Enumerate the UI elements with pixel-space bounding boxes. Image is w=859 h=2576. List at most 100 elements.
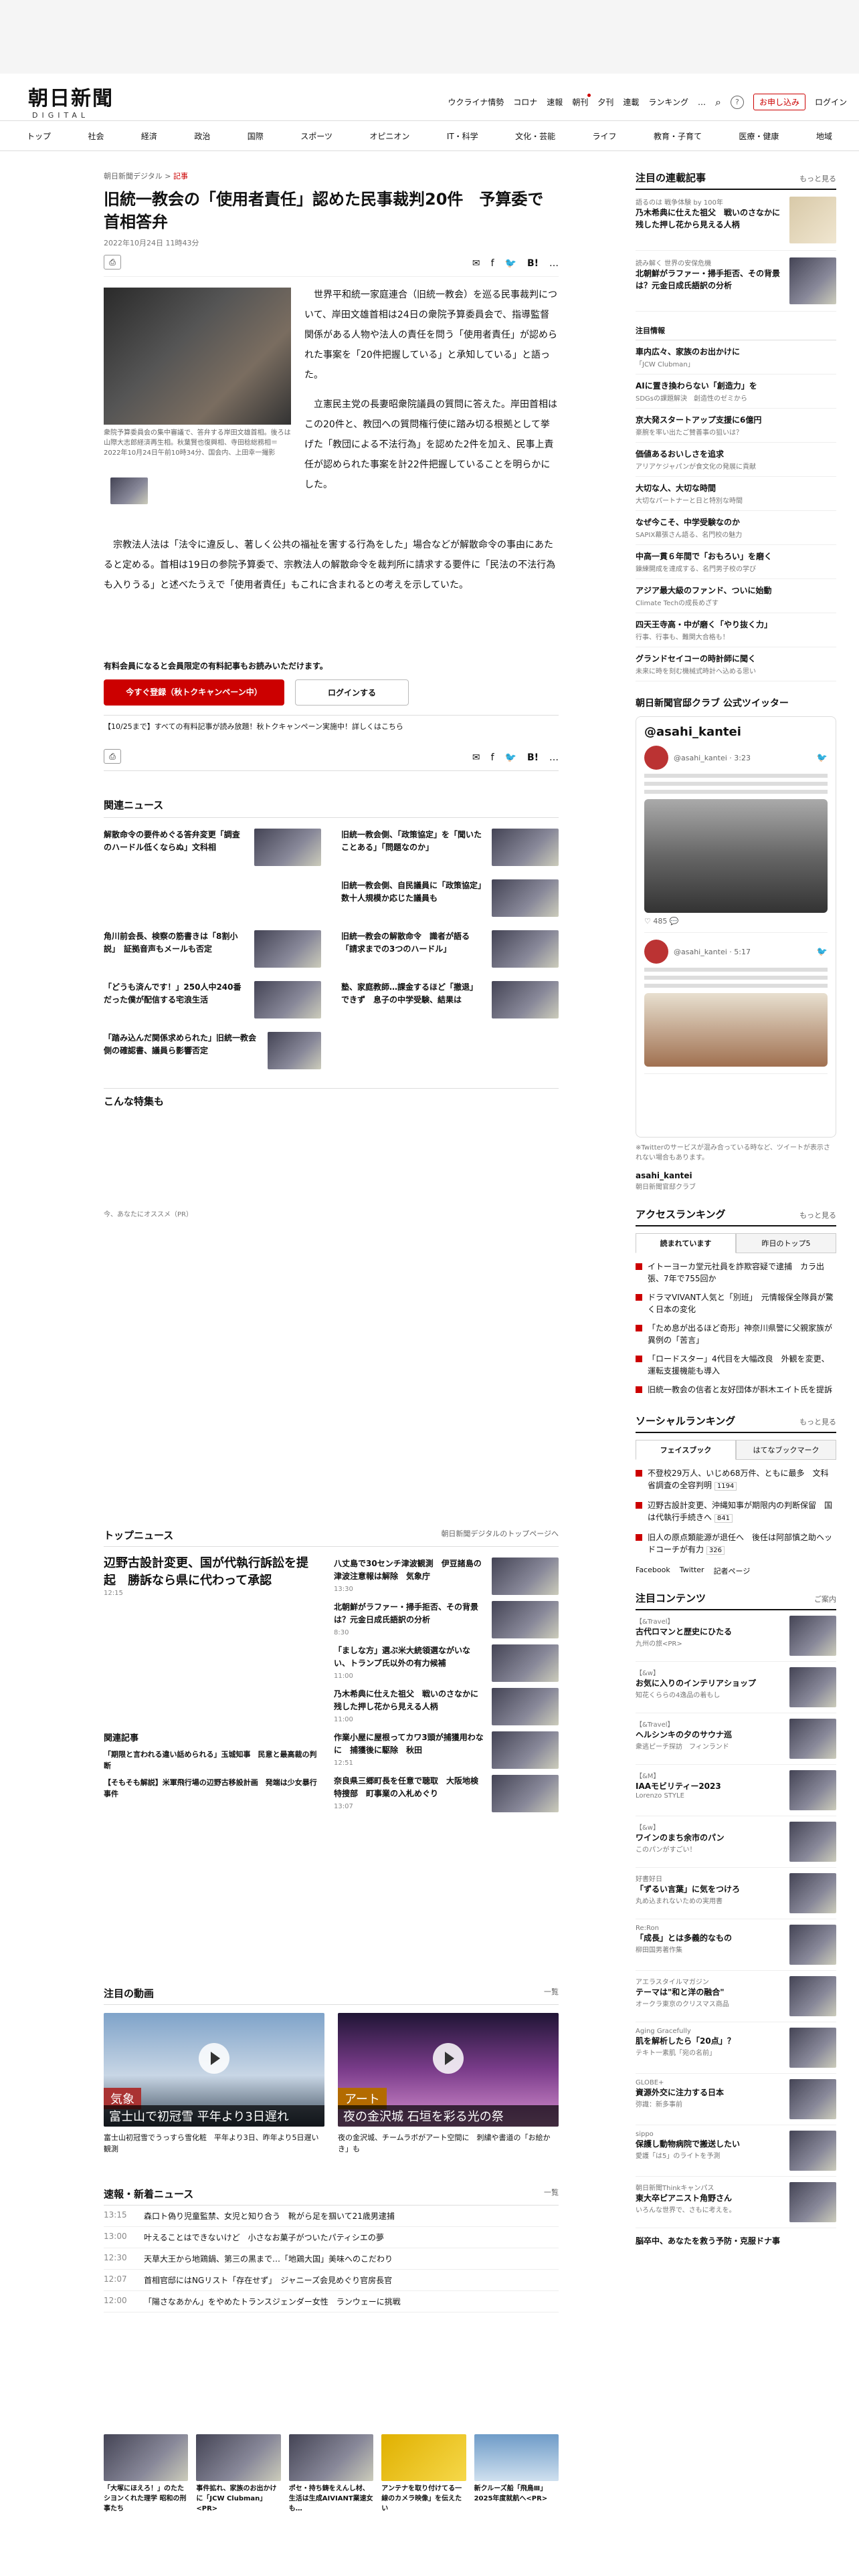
info-item[interactable]: アジア最大級のファンド、ついに始動 Climate Techの成長めざす — [636, 579, 836, 613]
related-item[interactable]: 旧統一教会の解散命令 識者が語る「請求までの3つのハードル」 — [341, 930, 559, 968]
header-link-ukraine[interactable]: ウクライナ情勢 — [448, 96, 504, 108]
twitter-icon[interactable]: 🐦 — [505, 258, 516, 269]
info-item[interactable]: なぜ今こそ、中学受験なのか SAPIX幕張さん語る、名門校の魅力 — [636, 511, 836, 545]
nav-education[interactable]: 教育・子育て — [654, 130, 702, 142]
nav-politics[interactable]: 政治 — [194, 130, 210, 142]
footer-card[interactable]: 新クルーズ船「飛鳥Ⅲ」2025年度就航へ<PR> — [474, 2434, 559, 2514]
info-item[interactable]: 車内広々、家族のお出かけに 「JCW Clubman」 — [636, 340, 836, 374]
top-news-item[interactable]: 八丈島で30センチ津波観測 伊豆諸島の津波注意報は解除 気象庁 13:30 — [334, 1555, 559, 1598]
twitter-link[interactable]: Twitter — [680, 1566, 704, 1576]
rank-item[interactable]: 旧統一教会の信者と友好団体が斟木エイト氏を提訴 — [636, 1380, 836, 1399]
facebook-link[interactable]: Facebook — [636, 1566, 670, 1576]
content-item[interactable]: アエラスタイルマガジン テーマは"和と洋の融合" オークラ東京のクリスマス商品 — [636, 1971, 836, 2022]
top-news-item[interactable]: 北朝鮮がラファー・掃手拒否、その背景は？元金日成氏語訳の分析 8:30 — [334, 1598, 559, 1642]
breaking-item[interactable]: 12:30 天草大王から地鶏鍋、第三の黒まで…「地鶏大国」美味へのこだわり — [104, 2248, 559, 2270]
signup-button[interactable]: お申し込み — [753, 94, 805, 110]
mail-icon[interactable]: ✉ — [472, 258, 480, 269]
watch-item[interactable]: 語るのは 戦争体験 by 100年 乃木希典に仕えた祖父 戦いのさなかに残した押し… — [636, 190, 836, 251]
top-news-item[interactable]: 奈良県三郷町長を任意で聴取 大阪地検特捜部 町事業の入札めぐり 13:07 — [334, 1772, 559, 1816]
tab-read[interactable]: 読まれています — [636, 1233, 736, 1253]
watch-item[interactable]: 読み解く 世界の安保危機 北朝鮮がラファー・掃手拒否、その背景は？元金日成氏語訳の… — [636, 251, 836, 312]
content-item[interactable]: sippo 保護し動物病院で搬送したい 愛護「は5」のライトを予測 — [636, 2125, 836, 2177]
breaking-item[interactable]: 12:00 「陽さなあかん」をやめたトランスジェンダー女性 ランウェーに挑戦 — [104, 2291, 559, 2313]
content-item[interactable]: 【&Travel】 古代ロマンと歴史にひたる 九州の旅<PR> — [636, 1610, 836, 1662]
more-icon[interactable]: … — [549, 752, 559, 763]
content-item[interactable]: Re:Ron 「成長」とは多義的なもの 柳田国男著作集 — [636, 1919, 836, 1971]
info-item[interactable]: 大切な人、大切な時間 大切なパートナーと日と特別な時間 — [636, 477, 836, 511]
nav-culture[interactable]: 文化・芸能 — [515, 130, 555, 142]
rank-item[interactable]: 「ロードスター」4代目を大幅改良 外観を変更、運転支援機能も導入 — [636, 1350, 836, 1380]
header-link-corona[interactable]: コロナ — [513, 96, 537, 108]
breaking-more[interactable]: 一覧 — [544, 2187, 559, 2201]
rank-item[interactable]: イトーヨーカ堂元社員を詐欺容疑で逮捕 カラ出張、7年で755回か — [636, 1257, 836, 1288]
info-item[interactable]: AIに置き換わらない「創造力」を SDGsの課題解決 創造性のゼミから — [636, 374, 836, 409]
tab-hatena[interactable]: はてなブックマーク — [736, 1440, 836, 1460]
login-link[interactable]: ログイン — [815, 96, 847, 108]
related-article[interactable]: 「期限と言われる違い話められる」玉城知事 民意と最高裁の判断 — [104, 1749, 318, 1772]
header-link-ranking[interactable]: ランキング — [648, 96, 688, 108]
info-item[interactable]: 価値あるおいしさを追求 アリアケジャパンが食文化の発展に貢献 — [636, 443, 836, 477]
hatena-icon[interactable]: B! — [527, 258, 539, 269]
nav-international[interactable]: 国際 — [248, 130, 264, 142]
header-link-morning[interactable]: 朝刊 — [572, 94, 591, 108]
tab-facebook[interactable]: フェイスブック — [636, 1440, 736, 1460]
footer-card[interactable]: ポセ・持ち鋳をえんし材、生活は生成AIVIANT業速女も… — [288, 2434, 374, 2514]
print-icon[interactable]: ⎙ — [104, 749, 121, 764]
video-thumb[interactable]: アート 夜の金沢城 石垣を彩る光の祭 — [338, 2013, 559, 2127]
related-item[interactable]: 旧統一教会側、自民議員に「政策協定」 数十人規模か応じた議員も — [341, 879, 559, 917]
footer-card[interactable]: 「大塚にほえろ！」のたたシヨンくれた理学 昭和の刑事たち — [104, 2434, 189, 2514]
rank-item[interactable]: ドラマVIVANT人気と「別班」 元情報保全隊員が驚く日本の変化 — [636, 1288, 836, 1319]
play-icon[interactable] — [199, 2043, 229, 2074]
related-article[interactable]: 【そもそも解説】米軍飛行場の辺野古移設計画 発端は少女暴行事件 — [104, 1777, 318, 1800]
rank-item[interactable]: 「ため息が出るほど奇形」神奈川県警に父親家族が異例の「苦言」 — [636, 1319, 836, 1350]
top-news-item[interactable]: 作業小屋に屋根ってカワ3頭が捕獲用わなに 捕獲後に駆除 秋田 12:51 — [334, 1729, 559, 1772]
related-item[interactable]: 「どうも済んです！」250人中240番だった僕が配信する宅浪生活 — [104, 981, 321, 1018]
breadcrumb-site[interactable]: 朝日新聞デジタル — [104, 172, 163, 181]
footer-card[interactable]: アンテナを取り付けてる一線のカメラ映像」を伝えたい — [381, 2434, 466, 2514]
more-icon[interactable]: … — [549, 258, 559, 269]
twitter-account[interactable]: asahi_kantei — [636, 1171, 692, 1180]
related-item[interactable]: 解散命令の要件めぐる答弁変更「調査のハードル低くならぬ」文科相 — [104, 829, 321, 866]
tweet-image[interactable] — [644, 993, 828, 1067]
breaking-item[interactable]: 12:07 首相官邸にはNGリスト「存在せず」 ジャニーズ会見めぐり官房長官 — [104, 2270, 559, 2291]
content-item[interactable]: 朝日新聞Thinkキャンパス 東大卒ピアニスト角野さん いろんな世界で、さもに考えを… — [636, 2177, 836, 2228]
header-link-series[interactable]: 連載 — [623, 96, 639, 108]
nav-health[interactable]: 医療・健康 — [739, 130, 779, 142]
nav-region[interactable]: 地域 — [816, 130, 832, 142]
reply-icon[interactable]: 💬 — [670, 917, 679, 926]
bottom-note[interactable]: 脳卒中、あなたを救う予防・克服ドナ事 — [636, 2235, 836, 2246]
nav-opinion[interactable]: オピニオン — [369, 130, 409, 142]
facebook-icon[interactable]: f — [491, 752, 494, 763]
reporter-link[interactable]: 記者ページ — [714, 1566, 751, 1576]
tweet-image[interactable] — [644, 799, 828, 913]
content-item[interactable]: 【&Travel】 ヘルシンキの夕のサウナ巡 衆逃ピーチ探訪 フィンランド — [636, 1713, 836, 1765]
nav-society[interactable]: 社会 — [88, 130, 104, 142]
play-icon[interactable] — [433, 2043, 464, 2074]
tweet[interactable]: @asahi_kantei · 3:23 🐦 ♡ 485 💬 — [644, 739, 828, 933]
rank-item[interactable]: 不登校29万人、いじめ68万件、ともに最多 文科省調査の全容判明 1194 — [636, 1464, 836, 1496]
breaking-item[interactable]: 13:15 森口ト偽り児童監禁、女児と知り合う 靴がら足を掴いて21歳男逮捕 — [104, 2206, 559, 2227]
nav-life[interactable]: ライフ — [593, 130, 617, 142]
related-item[interactable]: 旧統一教会側、「政策協定」を「聞いたことある」「問題なのか」 — [341, 829, 559, 866]
site-logo[interactable]: 朝日新聞 DIGITAL — [28, 82, 114, 120]
nav-sports[interactable]: スポーツ — [300, 130, 332, 142]
tweet[interactable]: @asahi_kantei · 5:17 🐦 — [644, 933, 828, 1074]
top-news-more[interactable]: 朝日新聞デジタルのトップページへ — [441, 1528, 559, 1542]
rank-item[interactable]: 旧人の原点類能源が退任へ 後任は阿部慎之助ヘッドコーチが有力 326 — [636, 1528, 836, 1560]
header-link-breaking[interactable]: 速報 — [547, 96, 563, 108]
content-item[interactable]: 【&M】 IAAモビリティー2023 Lorenzo STYLE — [636, 1765, 836, 1816]
top-news-lead[interactable]: 辺野古設計変更、国が代執行訴訟を提起 勝訴なら県に代わって承認 — [104, 1555, 318, 1590]
twitter-icon[interactable]: 🐦 — [505, 752, 516, 763]
video-card[interactable]: アート 夜の金沢城 石垣を彩る光の祭 夜の金沢城、チームラボがアート空間に 刺繍… — [338, 2013, 559, 2155]
help-icon[interactable]: ? — [730, 95, 744, 109]
nav-economy[interactable]: 経済 — [141, 130, 157, 142]
content-item[interactable]: 好書好日 「ずるい言葉」に気をつけろ 丸め込まれないための実用書 — [636, 1868, 836, 1919]
footer-card[interactable]: 事件拡れ、家族のお出かけに「JCW Clubman」<PR> — [196, 2434, 281, 2514]
nav-top[interactable]: トップ — [27, 130, 51, 142]
top-news-item[interactable]: 乃木希典に仕えた祖父 戦いのさなかに残した押し花から見える人柄 11:00 — [334, 1685, 559, 1729]
top-news-item[interactable]: 「ましな方」選ぶ米大統領選ながいない、トランプ氏以外の有力候補 11:00 — [334, 1642, 559, 1685]
related-item[interactable]: 「踏み込んだ関係求められた」旧統一教会側の確認書、議員ら影響否定 — [104, 1032, 321, 1069]
hatena-icon[interactable]: B! — [527, 752, 539, 763]
facebook-icon[interactable]: f — [491, 258, 494, 269]
content-item[interactable]: 【&w】 ワインのまち余市のパン このパンがすごい！ — [636, 1816, 836, 1868]
